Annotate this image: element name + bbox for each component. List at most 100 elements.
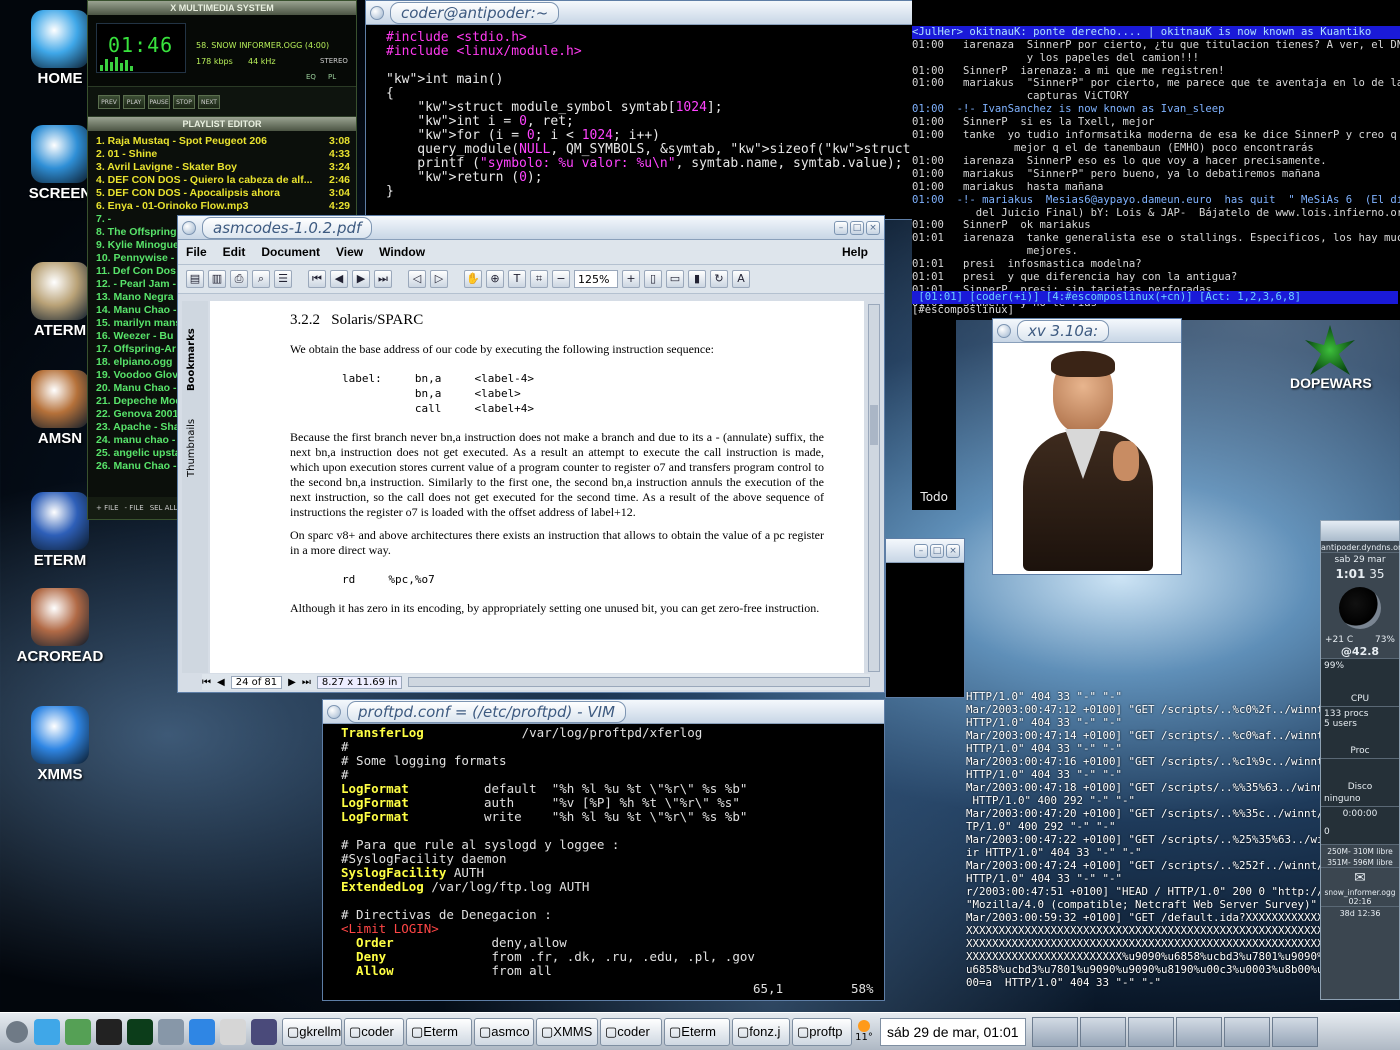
- last-page-icon[interactable]: ⏭: [374, 270, 392, 288]
- task-button[interactable]: ▢Eterm: [406, 1017, 472, 1046]
- settings-launcher-icon[interactable]: [158, 1018, 184, 1045]
- xmms-title[interactable]: X MULTIMEDIA SYSTEM: [88, 1, 356, 15]
- menu-window[interactable]: Window: [379, 245, 425, 259]
- vertical-scrollbar[interactable]: [868, 304, 880, 672]
- forward-icon[interactable]: ▷: [430, 270, 448, 288]
- mail-launcher-icon[interactable]: [220, 1018, 246, 1045]
- clock[interactable]: sáb 29 de mar, 01:01: [880, 1017, 1026, 1046]
- time-display[interactable]: 01:46: [108, 33, 173, 57]
- mail-icon[interactable]: ✉: [1321, 867, 1399, 888]
- maximize-icon[interactable]: □: [930, 543, 944, 558]
- playlist-button[interactable]: + FILE: [96, 504, 119, 512]
- zoom-tool-icon[interactable]: ⊕: [486, 270, 504, 288]
- workspace-2[interactable]: [1079, 1016, 1126, 1047]
- workspace-6[interactable]: [1271, 1016, 1318, 1047]
- play-button[interactable]: PLAY: [123, 94, 145, 109]
- task-button[interactable]: ▢asmco: [474, 1017, 534, 1046]
- back-icon[interactable]: ◁: [408, 270, 426, 288]
- prev-button[interactable]: PREV: [98, 94, 120, 109]
- playlist-item[interactable]: 1. Raja Mustaq - Spot Peugeot 206 3:08: [88, 135, 356, 148]
- actual-size-icon[interactable]: ▯: [644, 270, 662, 288]
- reflow-icon[interactable]: A: [732, 270, 750, 288]
- prev-page-nav-icon[interactable]: ◀: [217, 677, 225, 688]
- playlist-item[interactable]: 6. Enya - 01-Orinoko Flow.mp3 4:29: [88, 200, 356, 213]
- last-page-nav-icon[interactable]: ⏭: [302, 677, 311, 688]
- workspace-pager[interactable]: [1031, 1016, 1318, 1047]
- menu-file[interactable]: File: [186, 245, 207, 259]
- xv-image-window[interactable]: xv 3.10a:: [992, 318, 1182, 575]
- rotate-icon[interactable]: ↻: [710, 270, 728, 288]
- dopewars-icon[interactable]: DOPEWARS: [1290, 325, 1372, 391]
- thumbnails-tab[interactable]: Thumbnails: [186, 397, 197, 477]
- terminal-launcher-icon[interactable]: [96, 1018, 122, 1045]
- xmms-launcher-icon[interactable]: [189, 1018, 215, 1045]
- screen-launcher-icon[interactable]: [251, 1018, 277, 1045]
- save-icon[interactable]: ▥: [208, 270, 226, 288]
- window-title[interactable]: coder@antipoder:~: [390, 1, 560, 24]
- irc-input[interactable]: [#escomposlinux]: [912, 304, 1020, 317]
- playlist-button[interactable]: - FILE: [125, 504, 144, 512]
- zoom-out-icon[interactable]: −: [552, 270, 570, 288]
- irc-terminal[interactable]: <JulHer> okitnauK: ponte derecho.... | o…: [912, 0, 1400, 320]
- task-button[interactable]: ▢fonz.j: [732, 1017, 790, 1046]
- menu-view[interactable]: View: [336, 245, 363, 259]
- zoom-in-icon[interactable]: +: [622, 270, 640, 288]
- zoom-field[interactable]: 125%: [574, 270, 618, 288]
- minimize-icon[interactable]: –: [914, 543, 928, 558]
- playlist-item[interactable]: 4. DEF CON DOS - Quiero la cabeza de alf…: [88, 174, 356, 187]
- menu-help[interactable]: Help: [842, 245, 868, 259]
- workspace-4[interactable]: [1175, 1016, 1222, 1047]
- next-page-icon[interactable]: ▶: [352, 270, 370, 288]
- home-launcher-icon[interactable]: [34, 1018, 60, 1045]
- task-button[interactable]: ▢Eterm: [664, 1017, 730, 1046]
- gkrellm-titlebar[interactable]: [1321, 521, 1399, 541]
- gkrellm-monitor[interactable]: antipoder.dyndns.or sab 29 mar 1:01 35 +…: [1320, 520, 1400, 1000]
- playlist-button[interactable]: SEL ALL: [150, 504, 178, 512]
- find-icon[interactable]: ⌕: [252, 270, 270, 288]
- workspace-5[interactable]: [1223, 1016, 1270, 1047]
- menu-edit[interactable]: Edit: [223, 245, 246, 259]
- first-page-nav-icon[interactable]: ⏮: [202, 677, 211, 688]
- fit-width-icon[interactable]: ▮: [688, 270, 706, 288]
- vim-window[interactable]: proftpd.conf = (/etc/proftpd) - VIM Tran…: [322, 699, 885, 1001]
- task-button[interactable]: ▢coder: [600, 1017, 662, 1046]
- vim-title[interactable]: proftpd.conf = (/etc/proftpd) - VIM: [347, 700, 626, 723]
- next-page-nav-icon[interactable]: ▶: [288, 677, 296, 688]
- gnome-foot-icon[interactable]: [6, 1020, 28, 1043]
- playlist-button[interactable]: PL: [328, 73, 336, 81]
- stop-button[interactable]: STOP: [173, 94, 195, 109]
- maximize-icon[interactable]: □: [850, 220, 864, 235]
- playlist-item[interactable]: 2. 01 - Shine 4:33: [88, 148, 356, 161]
- eq-button[interactable]: EQ: [306, 73, 316, 81]
- pause-button[interactable]: PAUSE: [148, 94, 170, 109]
- close-icon[interactable]: ×: [946, 543, 960, 558]
- prev-page-icon[interactable]: ◀: [330, 270, 348, 288]
- playlist-item[interactable]: 3. Avril Lavigne - Skater Boy 3:24: [88, 161, 356, 174]
- text-select-icon[interactable]: T: [508, 270, 526, 288]
- task-button[interactable]: ▢proftp: [792, 1017, 852, 1046]
- open-icon[interactable]: ▤: [186, 270, 204, 288]
- workspace-1[interactable]: [1031, 1016, 1078, 1047]
- minimize-icon[interactable]: –: [834, 220, 848, 235]
- user-launcher-icon[interactable]: [65, 1018, 91, 1045]
- monitor-launcher-icon[interactable]: [127, 1018, 153, 1045]
- fit-page-icon[interactable]: ▭: [666, 270, 684, 288]
- bookmarks-icon[interactable]: ☰: [274, 270, 292, 288]
- page-number-field[interactable]: 24 of 81: [230, 675, 283, 689]
- next-button[interactable]: NEXT: [198, 94, 220, 109]
- workspace-3[interactable]: [1127, 1016, 1174, 1047]
- first-page-icon[interactable]: ⏮: [308, 270, 326, 288]
- code-terminal-window[interactable]: coder@antipoder:~ #include <stdio.h> #inc…: [365, 0, 913, 220]
- bookmarks-tab[interactable]: Bookmarks: [186, 311, 197, 391]
- hand-tool-icon[interactable]: ✋: [464, 270, 482, 288]
- vim-editor[interactable]: TransferLog /var/log/proftpd/xferlog # # S…: [323, 724, 884, 1000]
- xv-title[interactable]: xv 3.10a:: [1017, 319, 1110, 342]
- task-button[interactable]: ▢XMMS: [536, 1017, 598, 1046]
- acroread-window[interactable]: asmcodes-1.0.2.pdf – □ × File Edit Document V…: [177, 215, 885, 693]
- close-icon[interactable]: ×: [866, 220, 880, 235]
- pdf-title[interactable]: asmcodes-1.0.2.pdf: [202, 216, 373, 239]
- task-button[interactable]: ▢gkrellm: [282, 1017, 342, 1046]
- playlist-item[interactable]: 5. DEF CON DOS - Apocalipsis ahora 3:04: [88, 187, 356, 200]
- desktop-icon-xmms[interactable]: XMMS: [14, 706, 106, 783]
- blank-terminal-window[interactable]: – □ ×: [885, 538, 965, 698]
